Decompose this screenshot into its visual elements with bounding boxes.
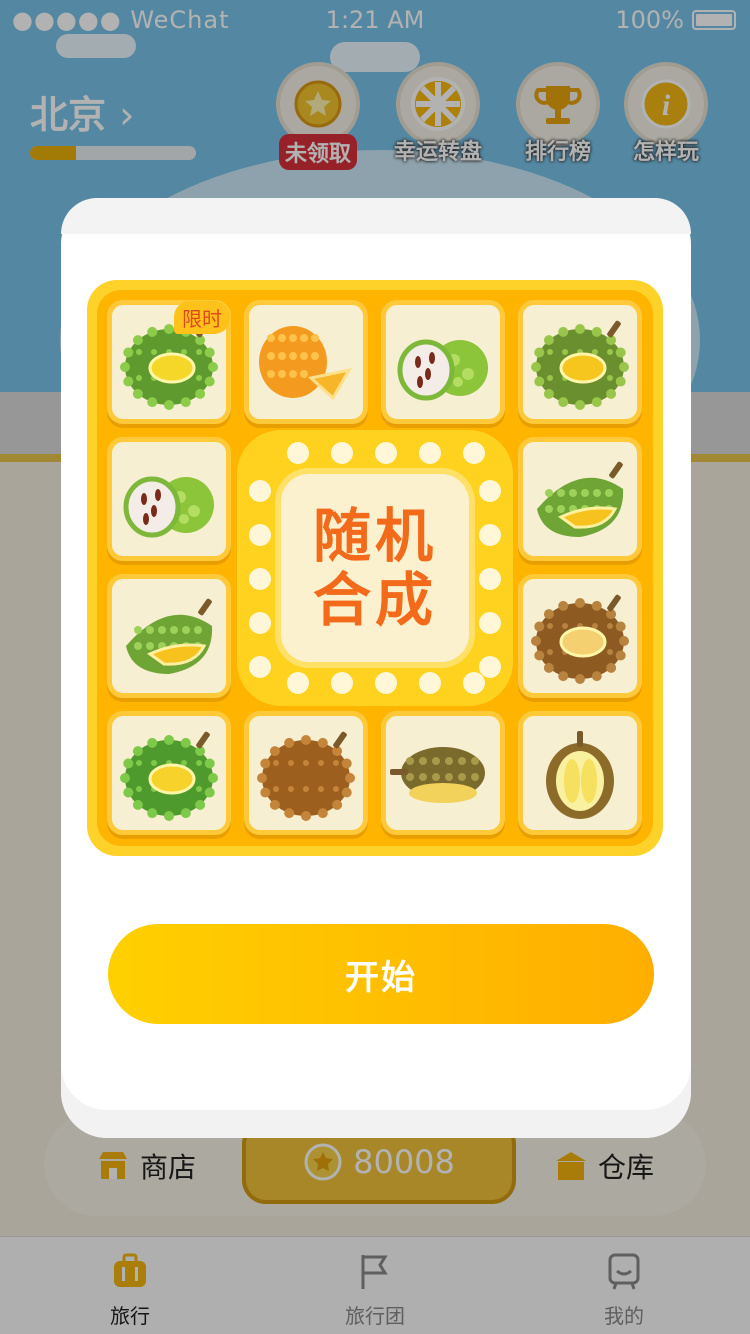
- durian-icon: [123, 476, 214, 538]
- light-dot: [331, 442, 353, 464]
- light-dot: [463, 442, 485, 464]
- fruit-tile: [244, 300, 368, 424]
- light-dot: [479, 656, 501, 678]
- durian-icon: [126, 598, 213, 674]
- durian-icon: [120, 731, 218, 821]
- light-dot: [463, 672, 485, 694]
- limited-time-badge: 限时: [174, 301, 230, 334]
- fruit-tile: [244, 711, 368, 835]
- light-dot: [249, 480, 271, 502]
- durian-icon: [546, 731, 614, 819]
- durian-icon: [257, 731, 355, 821]
- durian-icon: [397, 339, 488, 401]
- light-dot: [419, 672, 441, 694]
- light-dot: [287, 672, 309, 694]
- light-dot: [249, 612, 271, 634]
- light-dot: [479, 568, 501, 590]
- synthesis-board: 随机 合成 限时: [87, 280, 663, 856]
- fruit-tile: [107, 711, 231, 835]
- center-text: 随机 合成: [312, 502, 437, 634]
- light-dot: [479, 480, 501, 502]
- light-dot: [249, 656, 271, 678]
- random-synthesis-dialog: 随机 合成 限时 开始: [61, 198, 691, 1138]
- light-dot: [375, 672, 397, 694]
- light-dot: [249, 524, 271, 546]
- fruit-tile: [518, 574, 642, 698]
- center-panel: 随机 合成: [237, 430, 513, 706]
- durian-icon: [259, 326, 352, 401]
- light-dot: [331, 672, 353, 694]
- durian-icon: [390, 747, 485, 803]
- fruit-tile: [107, 437, 231, 561]
- fruit-tile: [381, 711, 505, 835]
- board-inner: 随机 合成 限时: [97, 290, 653, 846]
- light-dot: [287, 442, 309, 464]
- fruit-tile: [381, 300, 505, 424]
- light-dot: [375, 442, 397, 464]
- light-dot: [479, 524, 501, 546]
- fruit-tile: [518, 437, 642, 561]
- durian-icon: [531, 320, 629, 410]
- light-dot: [479, 612, 501, 634]
- durian-icon: [531, 594, 629, 684]
- dialog-top-bevel: [61, 198, 691, 234]
- light-dot: [419, 442, 441, 464]
- fruit-tile: [518, 300, 642, 424]
- durian-icon: [537, 461, 624, 537]
- light-dot: [249, 568, 271, 590]
- fruit-tile: [107, 574, 231, 698]
- start-button[interactable]: 开始: [108, 924, 654, 1024]
- center-plate: 随机 合成: [281, 474, 469, 662]
- fruit-tile: 限时: [107, 300, 231, 424]
- fruit-tile: [518, 711, 642, 835]
